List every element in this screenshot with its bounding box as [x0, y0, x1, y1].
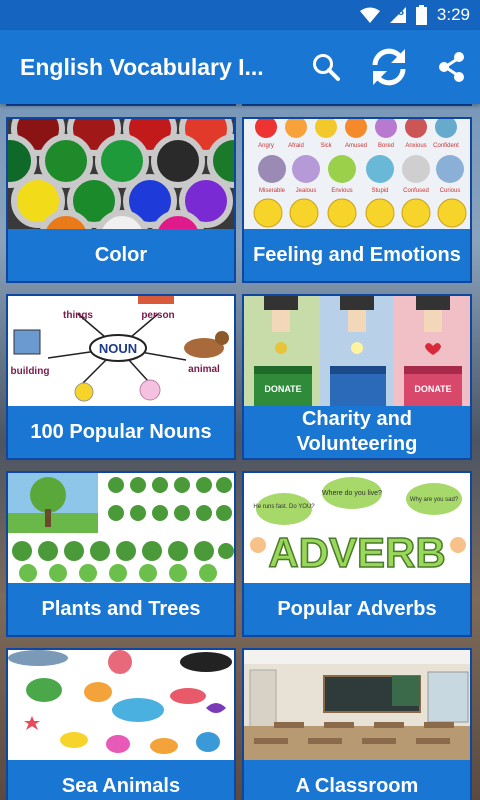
share-icon [439, 52, 464, 82]
category-label: A Classroom [295, 774, 419, 797]
donation-boxes-image: DONATE DONATE [244, 296, 470, 406]
emotion-label: Curious [440, 188, 461, 194]
category-card-adverbs[interactable]: He runs fast. Do YOU? Where do you live?… [242, 471, 472, 637]
category-card-feelings[interactable]: Angry Afraid Sick Amused Bored Anxious C… [242, 117, 472, 283]
category-label: Feeling and Emotions [253, 243, 461, 266]
emotion-label: Anxious [405, 143, 426, 149]
wifi-icon [359, 7, 380, 23]
adverb-bubble-text: Why are you sad? [410, 497, 459, 503]
noun-word: building [11, 366, 50, 377]
category-card-nouns[interactable]: NOUN things person building animal 100 P… [6, 294, 236, 460]
app-bar-actions [298, 30, 480, 104]
adverb-bubble-text: He runs fast. Do YOU? [253, 504, 315, 510]
category-label: Sea Animals [61, 774, 181, 797]
category-card-plants[interactable]: Plants and Trees [6, 471, 236, 637]
share-button[interactable] [424, 30, 480, 104]
previous-card-edge [6, 104, 236, 106]
adverb-word: ADVERB [268, 529, 445, 576]
refresh-button[interactable] [354, 30, 424, 104]
search-icon [313, 54, 340, 81]
adverb-kids-image: He runs fast. Do YOU? Where do you live?… [244, 473, 470, 583]
emotion-label: Afraid [288, 143, 304, 149]
category-card-classroom[interactable]: A Classroom [242, 648, 472, 800]
noun-diagram-image: NOUN things person building animal [8, 296, 234, 406]
category-label: Plants and Trees [41, 597, 201, 620]
previous-card-edge [242, 104, 472, 106]
app-title: English Vocabulary I... [20, 53, 264, 80]
emotion-label: Amused [345, 143, 367, 149]
emotion-label: Angry [258, 143, 274, 149]
emoji-faces-image: Angry Afraid Sick Amused Bored Anxious C… [244, 119, 470, 229]
status-time: 3:29 [436, 5, 470, 24]
noun-center-label: NOUN [99, 341, 137, 356]
category-label: Charity and Volunteering [296, 408, 418, 455]
category-card-color[interactable]: Color [6, 117, 236, 283]
sea-creatures-image [8, 650, 234, 760]
classroom-image [244, 650, 470, 760]
noun-word: animal [188, 364, 220, 375]
noun-word: things [63, 310, 93, 321]
category-card-sea-animals[interactable]: Sea Animals [6, 648, 236, 800]
emotion-label: Sick [320, 143, 332, 149]
battery-icon [415, 5, 427, 25]
category-label: 100 Popular Nouns [30, 420, 212, 443]
refresh-icon [372, 48, 406, 86]
emotion-label: Stupid [371, 188, 388, 194]
donate-text: DONATE [264, 384, 301, 394]
category-label: Color [94, 243, 148, 266]
category-label: Popular Adverbs [277, 597, 437, 620]
search-button[interactable] [298, 30, 354, 104]
noun-word: person [141, 310, 174, 321]
category-card-charity[interactable]: DONATE DONATE Charity and Volunteering [242, 294, 472, 460]
emotion-label: Envious [331, 188, 352, 194]
emotion-label: Confident [433, 143, 459, 149]
adverb-bubble-text: Where do you live? [322, 490, 382, 497]
emotion-label: Confused [403, 188, 429, 194]
emotion-label: Bored [378, 143, 394, 149]
status-bar: 8 3:29 [0, 0, 480, 30]
category-grid[interactable]: Color Angry Afraid Sick Amused Bored Anx… [0, 104, 480, 800]
battery-level: 8 [397, 6, 404, 18]
emotion-label: Miserable [259, 188, 286, 194]
emotion-label: Jealous [296, 188, 317, 194]
donate-text: DONATE [414, 384, 451, 394]
trees-image [8, 473, 234, 583]
app-bar: English Vocabulary I... [0, 30, 480, 104]
paint-cans-image [8, 119, 234, 229]
